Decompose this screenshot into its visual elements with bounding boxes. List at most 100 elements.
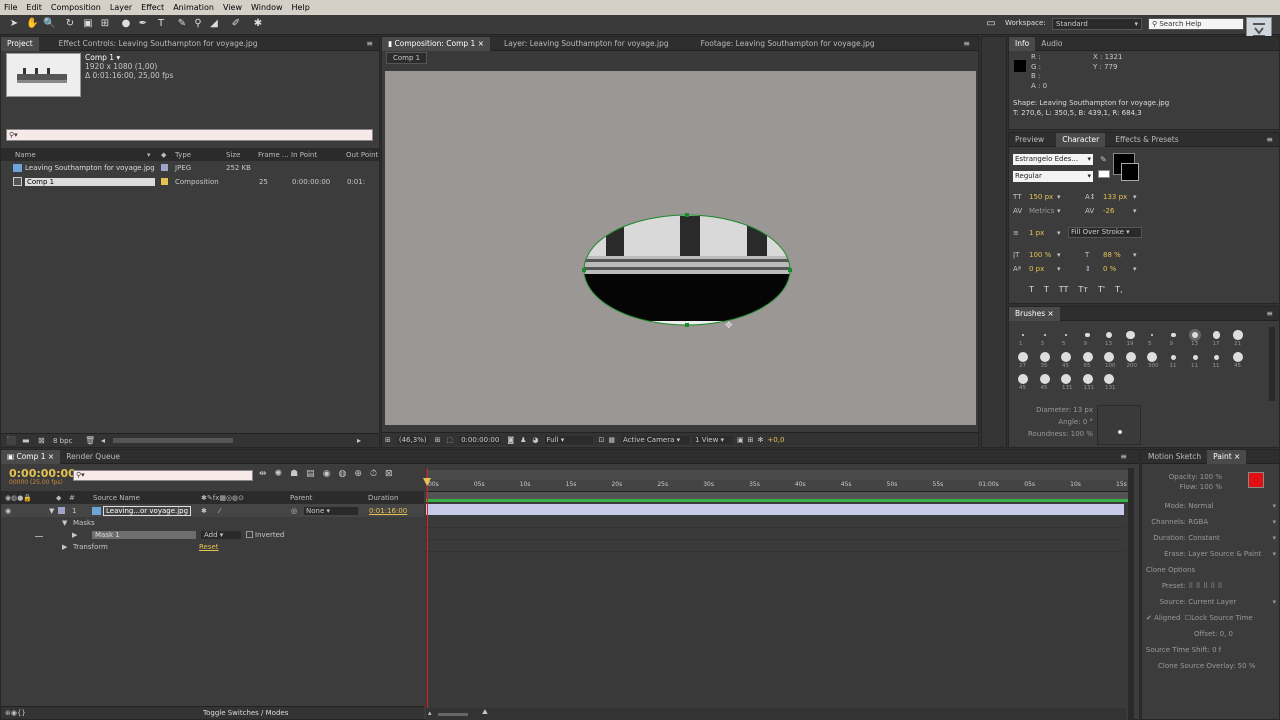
panel-menu-icon[interactable]: ≡: [1266, 309, 1273, 318]
scroll-right-icon[interactable]: ▸: [357, 436, 361, 445]
toggle-pixel-icon[interactable]: ▣: [737, 436, 744, 444]
hand-tool-icon[interactable]: ✋: [26, 18, 38, 30]
tab-preview[interactable]: Preview: [1009, 133, 1050, 147]
frame-blending-icon[interactable]: ▤: [306, 469, 315, 479]
project-scrollbar[interactable]: [113, 438, 233, 443]
stroke-color-swatch[interactable]: [1121, 163, 1139, 181]
panel-menu-icon[interactable]: ≡: [963, 39, 970, 48]
brush-tip[interactable]: [1082, 352, 1093, 362]
comp-info-name[interactable]: Comp 1 ▾: [85, 53, 173, 62]
tab-effects-presets[interactable]: Effects & Presets: [1109, 133, 1184, 147]
font-size-value[interactable]: 150 px: [1029, 193, 1053, 201]
timeline-search-input[interactable]: ⚲▾: [73, 470, 253, 481]
eyedropper-icon[interactable]: ✎: [1100, 155, 1107, 164]
motion-blur-icon[interactable]: ◉: [323, 469, 331, 479]
brush-tip[interactable]: [1126, 330, 1135, 340]
brush-roundness[interactable]: Roundness: 100 %: [1017, 428, 1093, 440]
panel-menu-icon[interactable]: ≡: [1120, 452, 1127, 461]
tab-effect-controls[interactable]: Effect Controls: Leaving Southampton for…: [53, 37, 264, 51]
brush-diameter[interactable]: Diameter: 13 px: [1017, 404, 1093, 416]
brush-tip[interactable]: [1022, 334, 1024, 336]
channel-icon[interactable]: ◕: [532, 436, 538, 444]
view-layout-select[interactable]: 1 View ▾: [693, 435, 734, 444]
camera-tool-icon[interactable]: ▣: [82, 18, 94, 30]
brush-tip[interactable]: [1064, 333, 1068, 337]
tab-character[interactable]: Character: [1056, 132, 1106, 147]
pan-behind-tool-icon[interactable]: ⊞: [99, 18, 111, 30]
comp-mini-flowchart-icon[interactable]: ⇹: [259, 469, 267, 479]
tab-render-queue[interactable]: Render Queue: [60, 450, 126, 464]
expand-arrow-icon[interactable]: ▶: [72, 531, 77, 539]
duration-value[interactable]: Constant: [1188, 534, 1219, 542]
menu-window[interactable]: Window: [251, 3, 283, 12]
brush-tip[interactable]: [1104, 374, 1114, 384]
brush-tip[interactable]: [1171, 332, 1176, 338]
clone-source-overlay[interactable]: Clone Source Overlay: 50 %: [1146, 662, 1276, 678]
source-value[interactable]: Current Layer: [1188, 598, 1236, 606]
menu-view[interactable]: View: [223, 3, 242, 12]
superscript-button[interactable]: T': [1098, 285, 1105, 294]
pen-tool-icon[interactable]: ✒: [137, 18, 149, 30]
exposure-value[interactable]: +0,0: [767, 436, 784, 444]
menu-edit[interactable]: Edit: [26, 3, 42, 12]
panel-menu-icon[interactable]: ≡: [1266, 135, 1273, 144]
eraser-tool-icon[interactable]: ◢: [208, 18, 220, 30]
paint-opacity[interactable]: Opacity: 100 %: [1150, 472, 1222, 482]
channels-value[interactable]: RGBA: [1188, 518, 1208, 526]
timeline-vertical-scrollbar[interactable]: [1128, 468, 1134, 720]
col-size[interactable]: Size: [226, 151, 240, 159]
brush-tip[interactable]: [1150, 333, 1154, 337]
roto-brush-tool-icon[interactable]: ✐: [230, 18, 242, 30]
current-time-display[interactable]: 0:00:00:00: [459, 435, 502, 444]
new-folder-icon[interactable]: ▬: [22, 436, 30, 445]
menu-layer[interactable]: Layer: [110, 3, 132, 12]
tab-footage[interactable]: Footage: Leaving Southampton for voyage.…: [695, 37, 881, 51]
brush-tip[interactable]: [1043, 334, 1046, 336]
brush-tool-icon[interactable]: ✎: [176, 18, 188, 30]
paint-flow[interactable]: Flow: 100 %: [1150, 482, 1222, 492]
stroke-width-value[interactable]: 1 px: [1029, 229, 1044, 237]
work-area-bar[interactable]: [426, 470, 1128, 480]
col-duration[interactable]: Duration: [368, 494, 398, 502]
menu-animation[interactable]: Animation: [173, 3, 214, 12]
tab-audio[interactable]: Audio: [1035, 37, 1068, 51]
table-row[interactable]: Comp 1 Composition 25 0:00:00:00 0:01:: [1, 175, 379, 188]
new-composition-icon[interactable]: ⊠: [38, 436, 45, 445]
breadcrumb[interactable]: Comp 1: [386, 52, 428, 64]
time-ruler[interactable]: 00s 05s 10s 15s 20s 25s 30s 35s 40s 45s 50s 55s 01:0…: [426, 480, 1128, 492]
tsume-value[interactable]: 0 %: [1103, 265, 1116, 273]
type-tool-icon[interactable]: T: [155, 18, 167, 30]
switch-quality-icon[interactable]: ⁄: [219, 507, 220, 515]
table-row[interactable]: Leaving Southampton for voyage.jpg JPEG …: [1, 161, 379, 174]
label-color-swatch[interactable]: [58, 507, 65, 514]
menu-effect[interactable]: Effect: [141, 3, 164, 12]
menu-composition[interactable]: Composition: [51, 3, 101, 12]
ellipse-tool-icon[interactable]: ●: [120, 18, 132, 30]
reset-exposure-icon[interactable]: ✻: [758, 436, 764, 444]
brush-tip[interactable]: [1061, 374, 1071, 384]
tracking-value[interactable]: -26: [1103, 207, 1114, 215]
col-parent[interactable]: Parent: [290, 494, 312, 502]
expand-arrow-icon[interactable]: ▶: [62, 543, 67, 551]
brush-tip[interactable]: [1039, 352, 1050, 362]
label-color-swatch[interactable]: [161, 178, 168, 185]
tab-brushes[interactable]: Brushes ×: [1009, 306, 1060, 321]
live-update-icon[interactable]: ⊠: [385, 469, 393, 479]
flowchart-icon[interactable]: ⊞: [748, 436, 754, 444]
always-preview-icon[interactable]: ⊞: [385, 436, 391, 444]
clone-stamp-tool-icon[interactable]: ⚲: [192, 18, 204, 30]
vertical-scale-value[interactable]: 100 %: [1029, 251, 1051, 259]
tab-info[interactable]: Info: [1009, 36, 1036, 51]
paint-color-swatch[interactable]: [1248, 472, 1264, 488]
mode-value[interactable]: Normal: [1188, 502, 1213, 510]
tab-paint[interactable]: Paint ×: [1207, 449, 1247, 464]
tab-comp1-timeline[interactable]: ▣ Comp 1 ×: [1, 449, 61, 464]
puppet-tool-icon[interactable]: ✱: [252, 18, 264, 30]
footer-switch-icons[interactable]: ⊛◉{}: [5, 709, 26, 717]
auto-keyframe-icon[interactable]: ⏱: [370, 469, 377, 479]
faux-bold-button[interactable]: T: [1029, 285, 1034, 294]
brush-tip[interactable]: [1106, 332, 1112, 338]
label-color-swatch[interactable]: [161, 164, 168, 171]
draft-3d-icon[interactable]: ✺: [275, 469, 283, 479]
resolution-select[interactable]: Full ▾: [544, 435, 593, 444]
